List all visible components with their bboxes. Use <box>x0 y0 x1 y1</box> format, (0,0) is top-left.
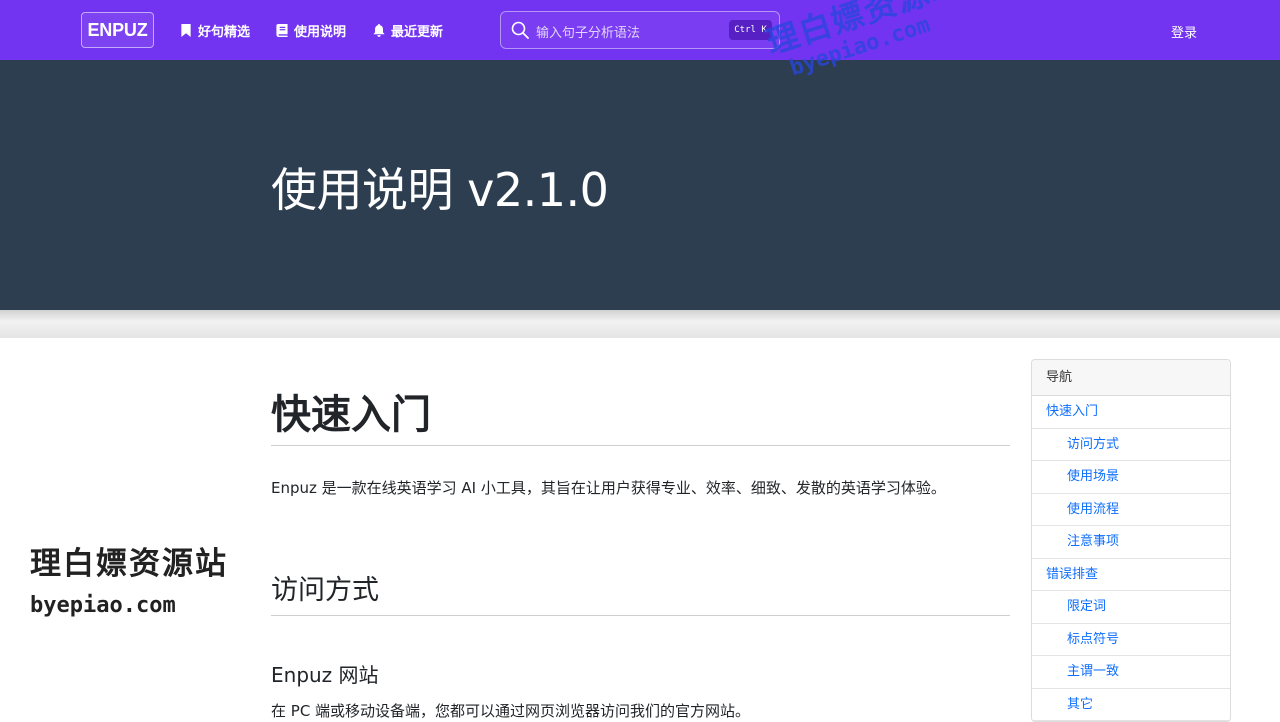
toc-item-quickstart[interactable]: 快速入门 <box>1032 396 1230 429</box>
sentence-search-input[interactable]: 输入句子分析语法 Ctrl K <box>500 11 780 49</box>
toc-item-notes[interactable]: 注意事项 <box>1032 526 1230 559</box>
section-heading-access: 访问方式 <box>271 575 379 606</box>
toc-item-other[interactable]: 其它 <box>1032 689 1230 721</box>
top-navbar: ENPUZ 好句精选 使用说明 最近更新 输入句子分析语法 Ctrl K 登录 <box>0 0 1280 60</box>
toc-item-determiners[interactable]: 限定词 <box>1032 591 1230 624</box>
watermark-cn-text: 理白嫖资源站 <box>30 546 228 582</box>
page-title: 使用说明 v2.1.0 <box>271 163 609 217</box>
website-paragraph: 在 PC 端或移动设备端，您都可以通过网页浏览器访问我们的官方网站。 <box>271 702 751 720</box>
subheading-website: Enpuz 网站 <box>271 663 379 687</box>
heading-divider <box>271 615 1010 616</box>
toc-item-subject-verb-agreement[interactable]: 主谓一致 <box>1032 656 1230 689</box>
toc-item-workflow[interactable]: 使用流程 <box>1032 494 1230 526</box>
toc-title: 导航 <box>1032 360 1230 396</box>
search-placeholder: 输入句子分析语法 <box>536 26 641 41</box>
toc-item-scenarios[interactable]: 使用场景 <box>1032 461 1230 494</box>
nav-link-recent-updates[interactable]: 最近更新 <box>373 20 443 40</box>
nav-link-label: 好句精选 <box>198 24 251 40</box>
toc-item-access[interactable]: 访问方式 <box>1032 429 1230 461</box>
watermark-side: 理白嫖资源站 byepiao.com <box>30 538 228 618</box>
bookmark-icon <box>181 23 191 37</box>
toc-item-troubleshooting[interactable]: 错误排查 <box>1032 559 1230 591</box>
watermark-url-text: byepiao.com <box>30 593 176 618</box>
nav-link-instructions[interactable]: 使用说明 <box>276 20 346 40</box>
hero-divider-strip <box>0 310 1280 338</box>
login-link[interactable]: 登录 <box>1171 22 1197 41</box>
toc-item-punctuation[interactable]: 标点符号 <box>1032 624 1230 656</box>
intro-paragraph: Enpuz 是一款在线英语学习 AI 小工具，其旨在让用户获得专业、效率、细致、… <box>271 479 946 497</box>
nav-link-label: 最近更新 <box>391 24 444 40</box>
brand-logo[interactable]: ENPUZ <box>81 12 154 48</box>
nav-link-label: 使用说明 <box>294 24 347 40</box>
toc-panel: 导航 快速入门 访问方式 使用场景 使用流程 注意事项 错误排查 限定词 标点符… <box>1031 359 1231 722</box>
heading-divider <box>271 445 1010 446</box>
nav-link-good-sentences[interactable]: 好句精选 <box>180 20 250 40</box>
search-icon <box>511 21 529 39</box>
section-heading-quickstart: 快速入门 <box>271 392 431 438</box>
book-icon <box>276 23 288 37</box>
page-hero: 使用说明 v2.1.0 <box>0 60 1280 310</box>
bell-icon <box>373 23 385 37</box>
